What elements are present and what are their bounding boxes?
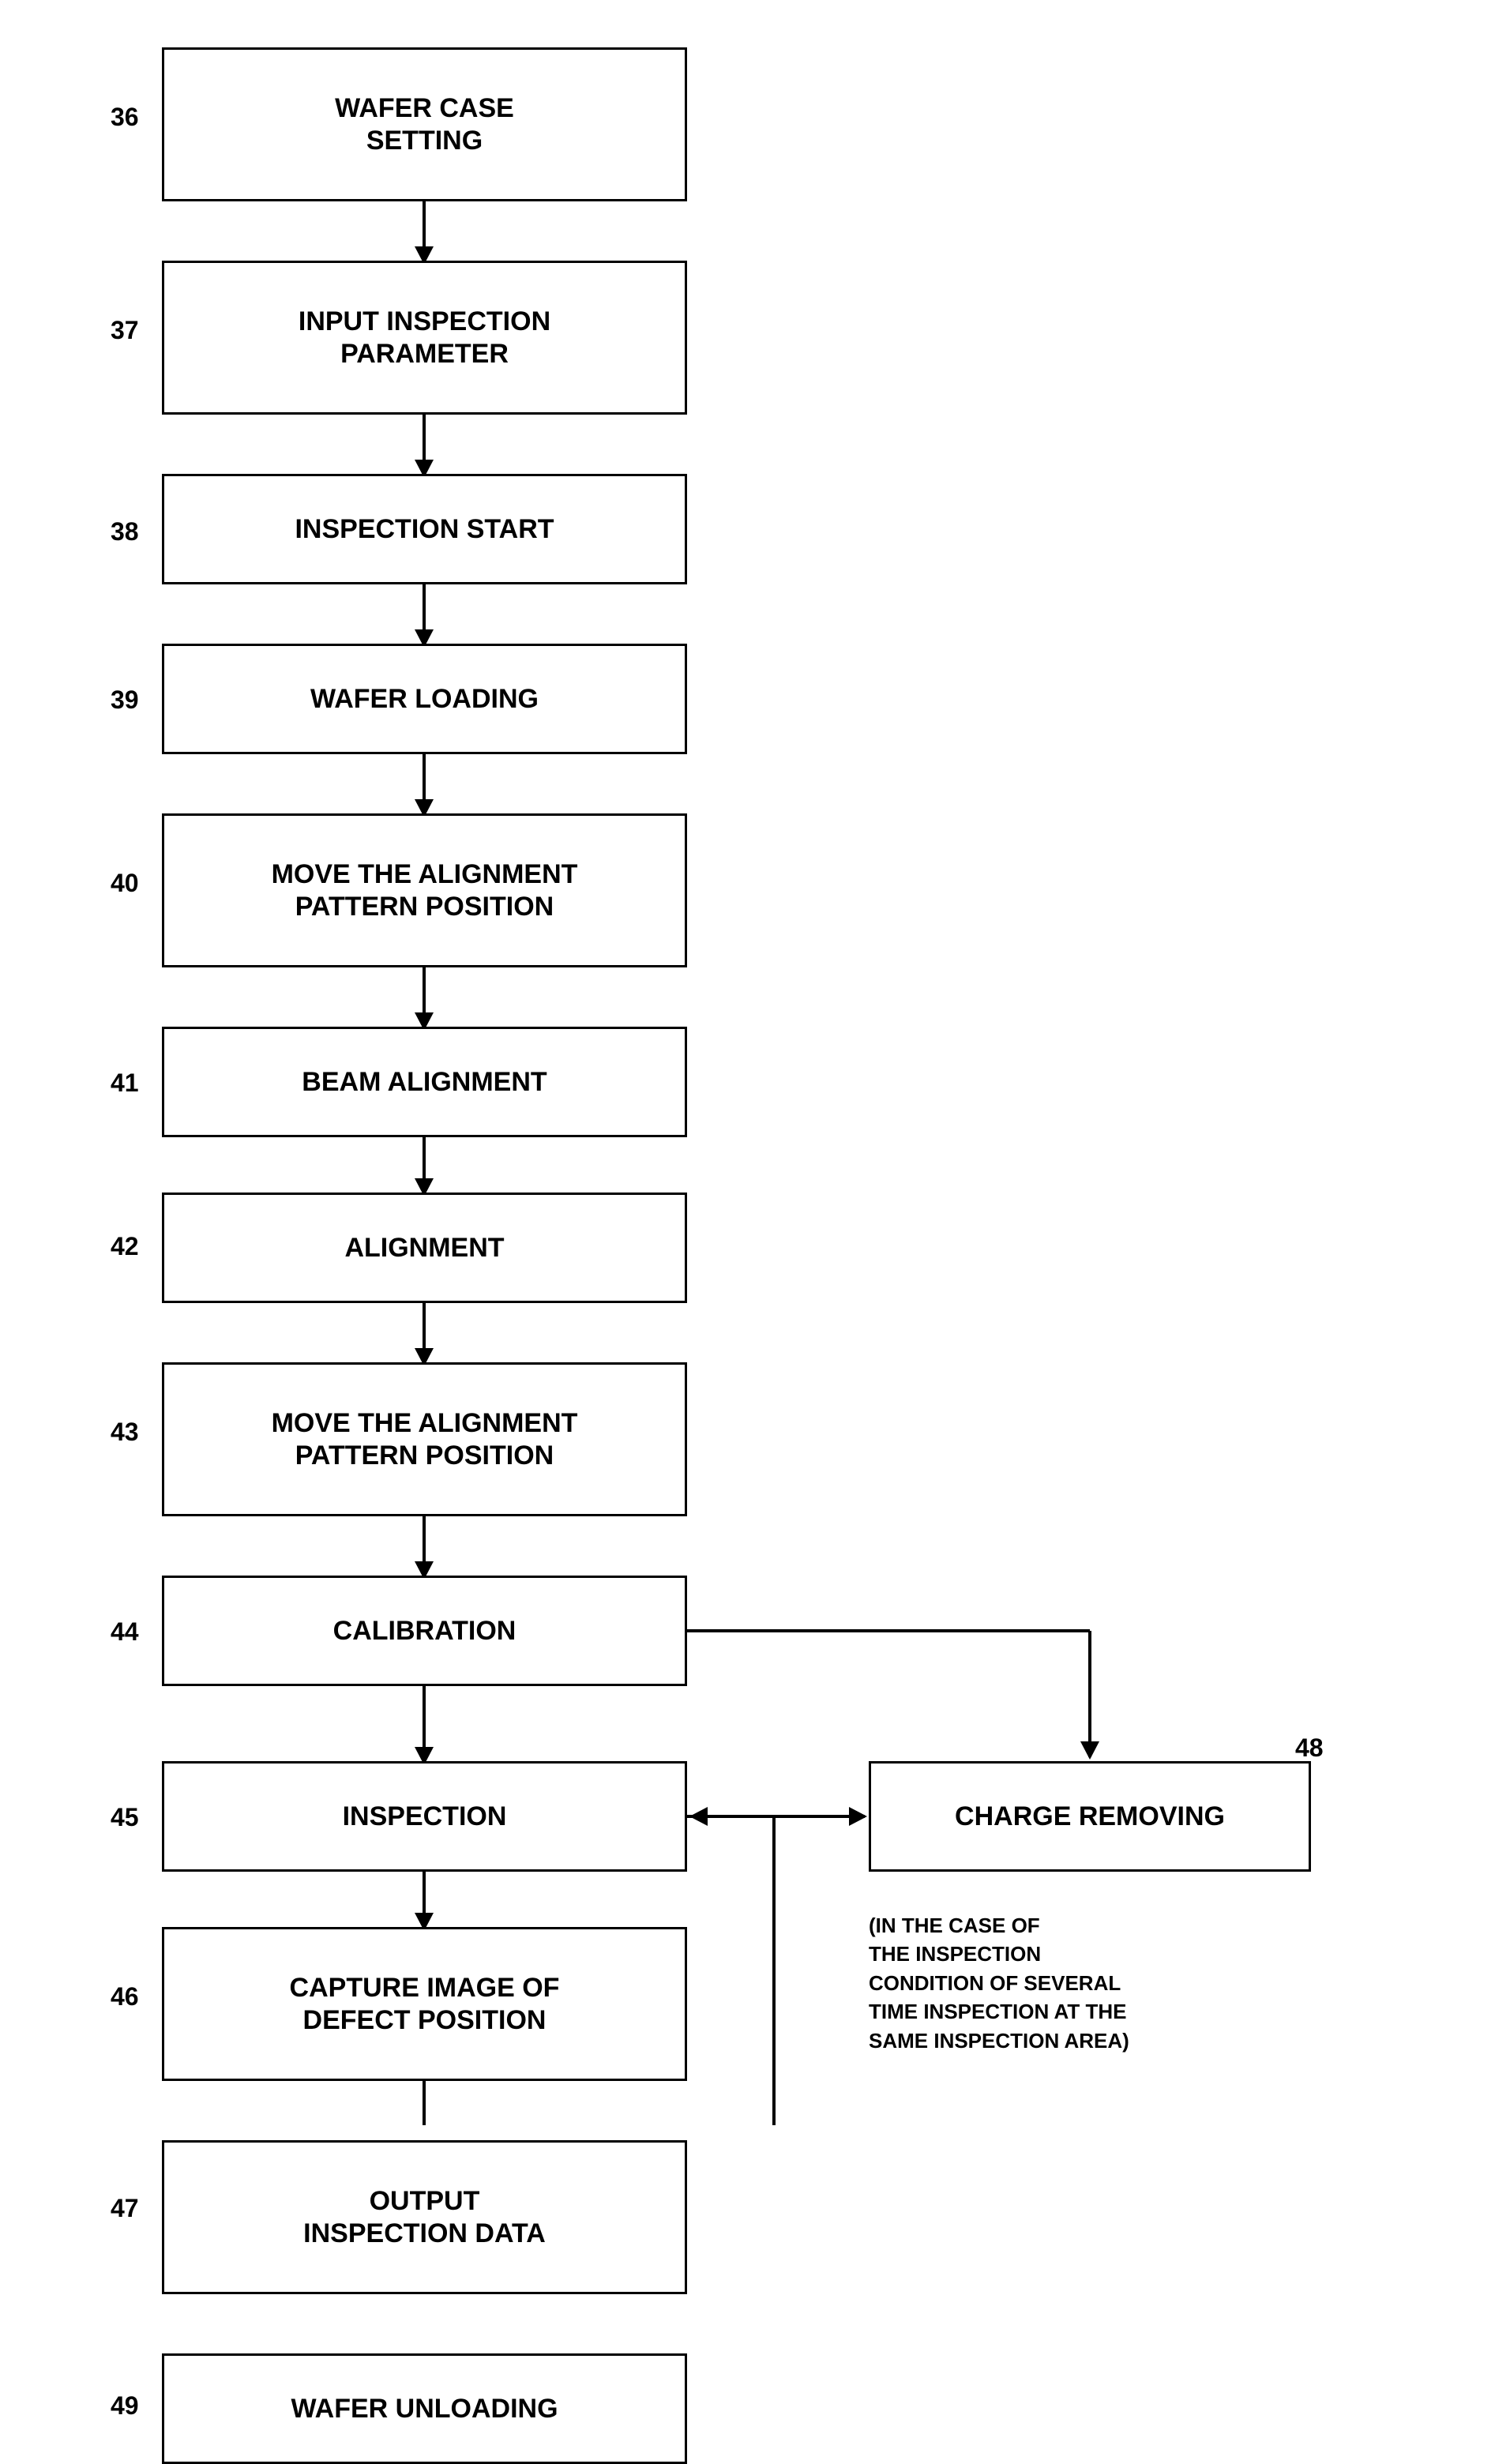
- flow-box-45: INSPECTION: [162, 1761, 687, 1872]
- step-label-49: 49: [111, 2391, 139, 2421]
- step-label-48: 48: [1295, 1733, 1324, 1763]
- diagram-container: 36 WAFER CASESETTING 37 INPUT INSPECTION…: [0, 0, 1510, 2125]
- flow-box-41: BEAM ALIGNMENT: [162, 1027, 687, 1137]
- flow-box-47: OUTPUTINSPECTION DATA: [162, 2140, 687, 2294]
- flow-box-42: ALIGNMENT: [162, 1193, 687, 1303]
- flow-box-44: CALIBRATION: [162, 1576, 687, 1686]
- flow-box-48: CHARGE REMOVING: [869, 1761, 1311, 1872]
- step-label-44: 44: [111, 1617, 139, 1647]
- flow-box-49: WAFER UNLOADING: [162, 2353, 687, 2464]
- step-label-45: 45: [111, 1803, 139, 1832]
- note-text: (IN THE CASE OFTHE INSPECTIONCONDITION O…: [869, 1911, 1129, 2055]
- flow-box-36: WAFER CASESETTING: [162, 47, 687, 201]
- flow-box-37: INPUT INSPECTIONPARAMETER: [162, 261, 687, 415]
- step-label-41: 41: [111, 1069, 139, 1098]
- step-label-38: 38: [111, 517, 139, 547]
- step-label-40: 40: [111, 869, 139, 898]
- step-label-47: 47: [111, 2194, 139, 2223]
- step-label-42: 42: [111, 1232, 139, 1261]
- flow-box-46: CAPTURE IMAGE OFDEFECT POSITION: [162, 1927, 687, 2081]
- flow-box-40: MOVE THE ALIGNMENTPATTERN POSITION: [162, 813, 687, 967]
- step-label-46: 46: [111, 1982, 139, 2011]
- flow-box-39: WAFER LOADING: [162, 644, 687, 754]
- step-label-36: 36: [111, 103, 139, 132]
- step-label-39: 39: [111, 685, 139, 715]
- step-label-43: 43: [111, 1418, 139, 1447]
- flow-box-38: INSPECTION START: [162, 474, 687, 584]
- flow-box-43: MOVE THE ALIGNMENTPATTERN POSITION: [162, 1362, 687, 1516]
- step-label-37: 37: [111, 316, 139, 345]
